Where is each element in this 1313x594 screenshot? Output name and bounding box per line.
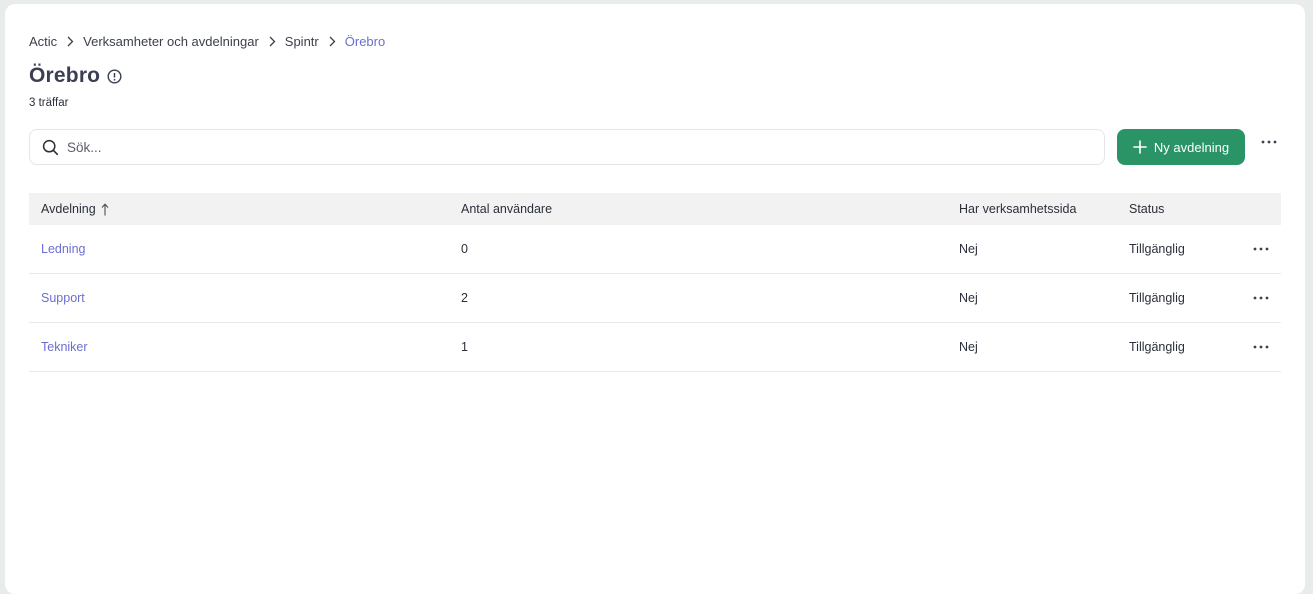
main-card: Actic Verksamheter och avdelningar Spint… [5, 4, 1305, 594]
row-more-button[interactable] [1249, 239, 1273, 259]
search-box[interactable] [29, 129, 1105, 165]
departments-table: Avdelning Antal användare Har verksamhet… [29, 193, 1281, 372]
plus-icon [1133, 140, 1147, 154]
results-count: 3 träffar [29, 97, 69, 109]
department-link[interactable]: Support [41, 291, 85, 305]
has-page-value: Nej [959, 340, 978, 354]
chevron-right-icon [67, 36, 74, 47]
column-header-users[interactable]: Antal användare [461, 202, 552, 216]
has-page-value: Nej [959, 242, 978, 256]
status-value: Tillgänglig [1129, 291, 1185, 305]
table-header: Avdelning Antal användare Har verksamhet… [29, 193, 1281, 225]
breadcrumb-item-actic[interactable]: Actic [29, 34, 57, 49]
row-more-button[interactable] [1249, 337, 1273, 357]
column-header-has-page[interactable]: Har verksamhetssida [959, 202, 1076, 216]
department-link[interactable]: Ledning [41, 242, 86, 256]
new-department-button[interactable]: Ny avdelning [1117, 129, 1245, 165]
table-row: Tekniker 1 Nej Tillgänglig [29, 323, 1281, 372]
chevron-right-icon [329, 36, 336, 47]
breadcrumb-item-current: Örebro [344, 33, 386, 49]
info-icon[interactable] [107, 68, 122, 84]
more-horizontal-icon [1253, 296, 1269, 300]
breadcrumb-item-verksamheter[interactable]: Verksamheter och avdelningar [83, 34, 259, 49]
column-header-status[interactable]: Status [1129, 202, 1164, 216]
more-horizontal-icon [1253, 247, 1269, 251]
breadcrumb-item-spintr[interactable]: Spintr [285, 34, 319, 49]
status-value: Tillgänglig [1129, 340, 1185, 354]
more-horizontal-icon [1253, 345, 1269, 349]
arrow-up-icon[interactable] [101, 202, 109, 216]
title-row: Örebro [29, 64, 122, 88]
row-more-button[interactable] [1249, 288, 1273, 308]
column-header-department[interactable]: Avdelning [41, 202, 109, 216]
search-input[interactable] [67, 139, 1047, 155]
department-link[interactable]: Tekniker [41, 340, 88, 354]
search-icon [42, 139, 59, 156]
page-title: Örebro [29, 64, 101, 87]
breadcrumb: Actic Verksamheter och avdelningar Spint… [29, 33, 385, 49]
user-count: 0 [461, 242, 468, 256]
new-department-label: Ny avdelning [1153, 139, 1230, 155]
table-row: Support 2 Nej Tillgänglig [29, 274, 1281, 323]
has-page-value: Nej [959, 291, 978, 305]
chevron-right-icon [269, 36, 276, 47]
table-row: Ledning 0 Nej Tillgänglig [29, 225, 1281, 274]
more-horizontal-icon [1261, 140, 1277, 144]
user-count: 2 [461, 291, 468, 305]
user-count: 1 [461, 340, 468, 354]
status-value: Tillgänglig [1129, 242, 1185, 256]
more-options-button[interactable] [1257, 132, 1281, 152]
